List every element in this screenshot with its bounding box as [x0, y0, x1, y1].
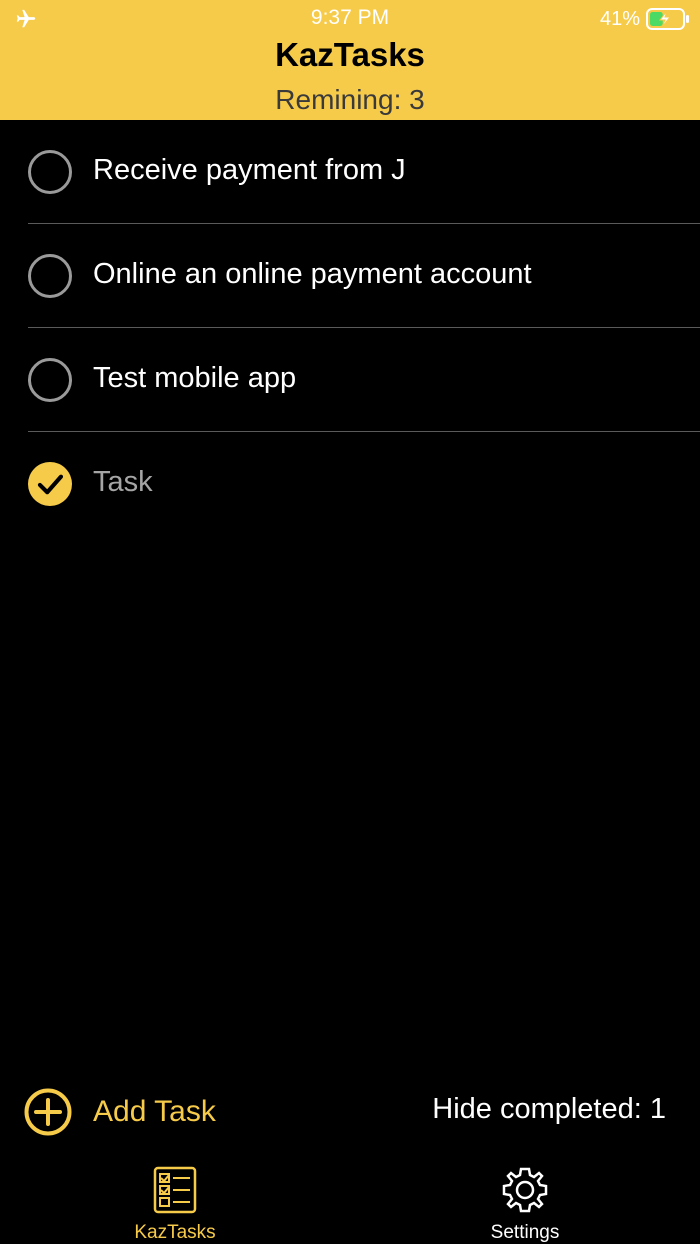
task-label: Task [93, 466, 153, 498]
task-label: Test mobile app [93, 362, 297, 394]
plus-circle-icon[interactable] [24, 1088, 72, 1136]
unchecked-circle-icon[interactable] [28, 150, 72, 194]
tab-settings[interactable]: Settings [425, 1166, 625, 1244]
add-task-button[interactable]: Add Task [24, 1088, 216, 1136]
remaining-count: Remining: 3 [275, 84, 425, 115]
gear-icon [502, 1167, 548, 1213]
task-row[interactable]: Receive payment from J [28, 120, 700, 224]
task-row[interactable]: Online an online payment account [28, 224, 700, 328]
status-time: 9:37 PM [310, 6, 390, 29]
battery-indicator: 41% [600, 6, 690, 32]
tab-label: Settings [490, 1222, 560, 1243]
tab-bar: KazTasks Settings [0, 1160, 700, 1244]
add-task-label[interactable]: Add Task [93, 1095, 216, 1129]
task-row[interactable]: Test mobile app [28, 328, 700, 432]
battery-percent: 41% [599, 7, 640, 30]
checked-circle-icon[interactable] [28, 462, 72, 506]
task-label: Online an online payment account [93, 258, 532, 290]
task-label: Receive payment from J [93, 154, 406, 186]
status-bar: 9:37 PM 41% [0, 0, 700, 40]
page-title: KazTasks [275, 36, 425, 73]
tab-label: KazTasks [134, 1222, 216, 1243]
unchecked-circle-icon[interactable] [28, 254, 72, 298]
tab-kaztasks[interactable]: KazTasks [75, 1166, 275, 1244]
app-screen: 9:37 PM 41% KazTasks Remining: 3 Receive… [0, 0, 700, 1244]
header: 9:37 PM 41% KazTasks Remining: 3 [0, 0, 700, 120]
unchecked-circle-icon[interactable] [28, 358, 72, 402]
task-row[interactable]: Task [28, 432, 700, 535]
hide-completed-button[interactable]: Hide completed: 1 [432, 1093, 666, 1126]
checklist-icon [153, 1166, 197, 1214]
task-list: Receive payment from J Online an online … [0, 120, 700, 535]
battery-charging-icon [646, 8, 689, 30]
